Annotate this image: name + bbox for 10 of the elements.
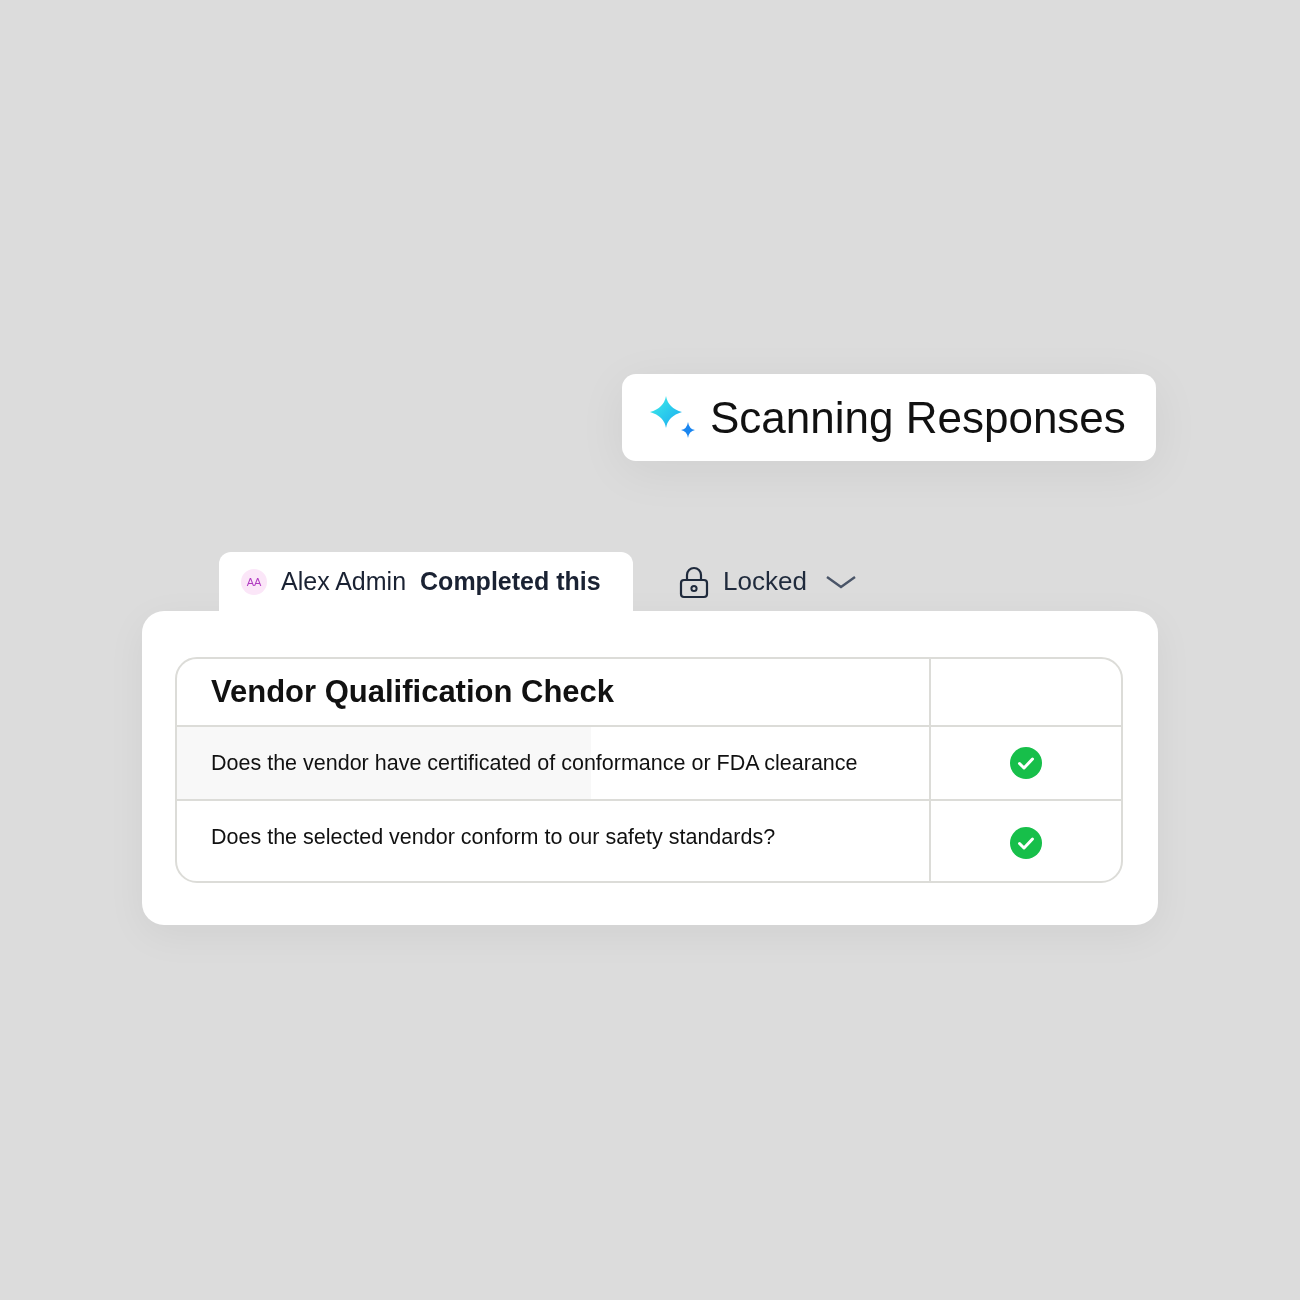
question-text: Does the vendor have certificated of conformance or FDA clearance <box>211 750 858 776</box>
chevron-down-icon <box>824 573 857 590</box>
avatar: AA <box>241 568 267 595</box>
user-name: Alex Admin <box>281 567 407 596</box>
lock-icon <box>679 564 709 599</box>
table-title: Vendor Qualification Check <box>211 674 615 710</box>
question-text: Does the selected vendor conform to our safety standards? <box>211 825 776 850</box>
status-text: Scanning Responses <box>710 392 1126 443</box>
lock-dropdown[interactable]: Locked <box>679 552 857 611</box>
completion-status: Completed this <box>420 567 601 596</box>
